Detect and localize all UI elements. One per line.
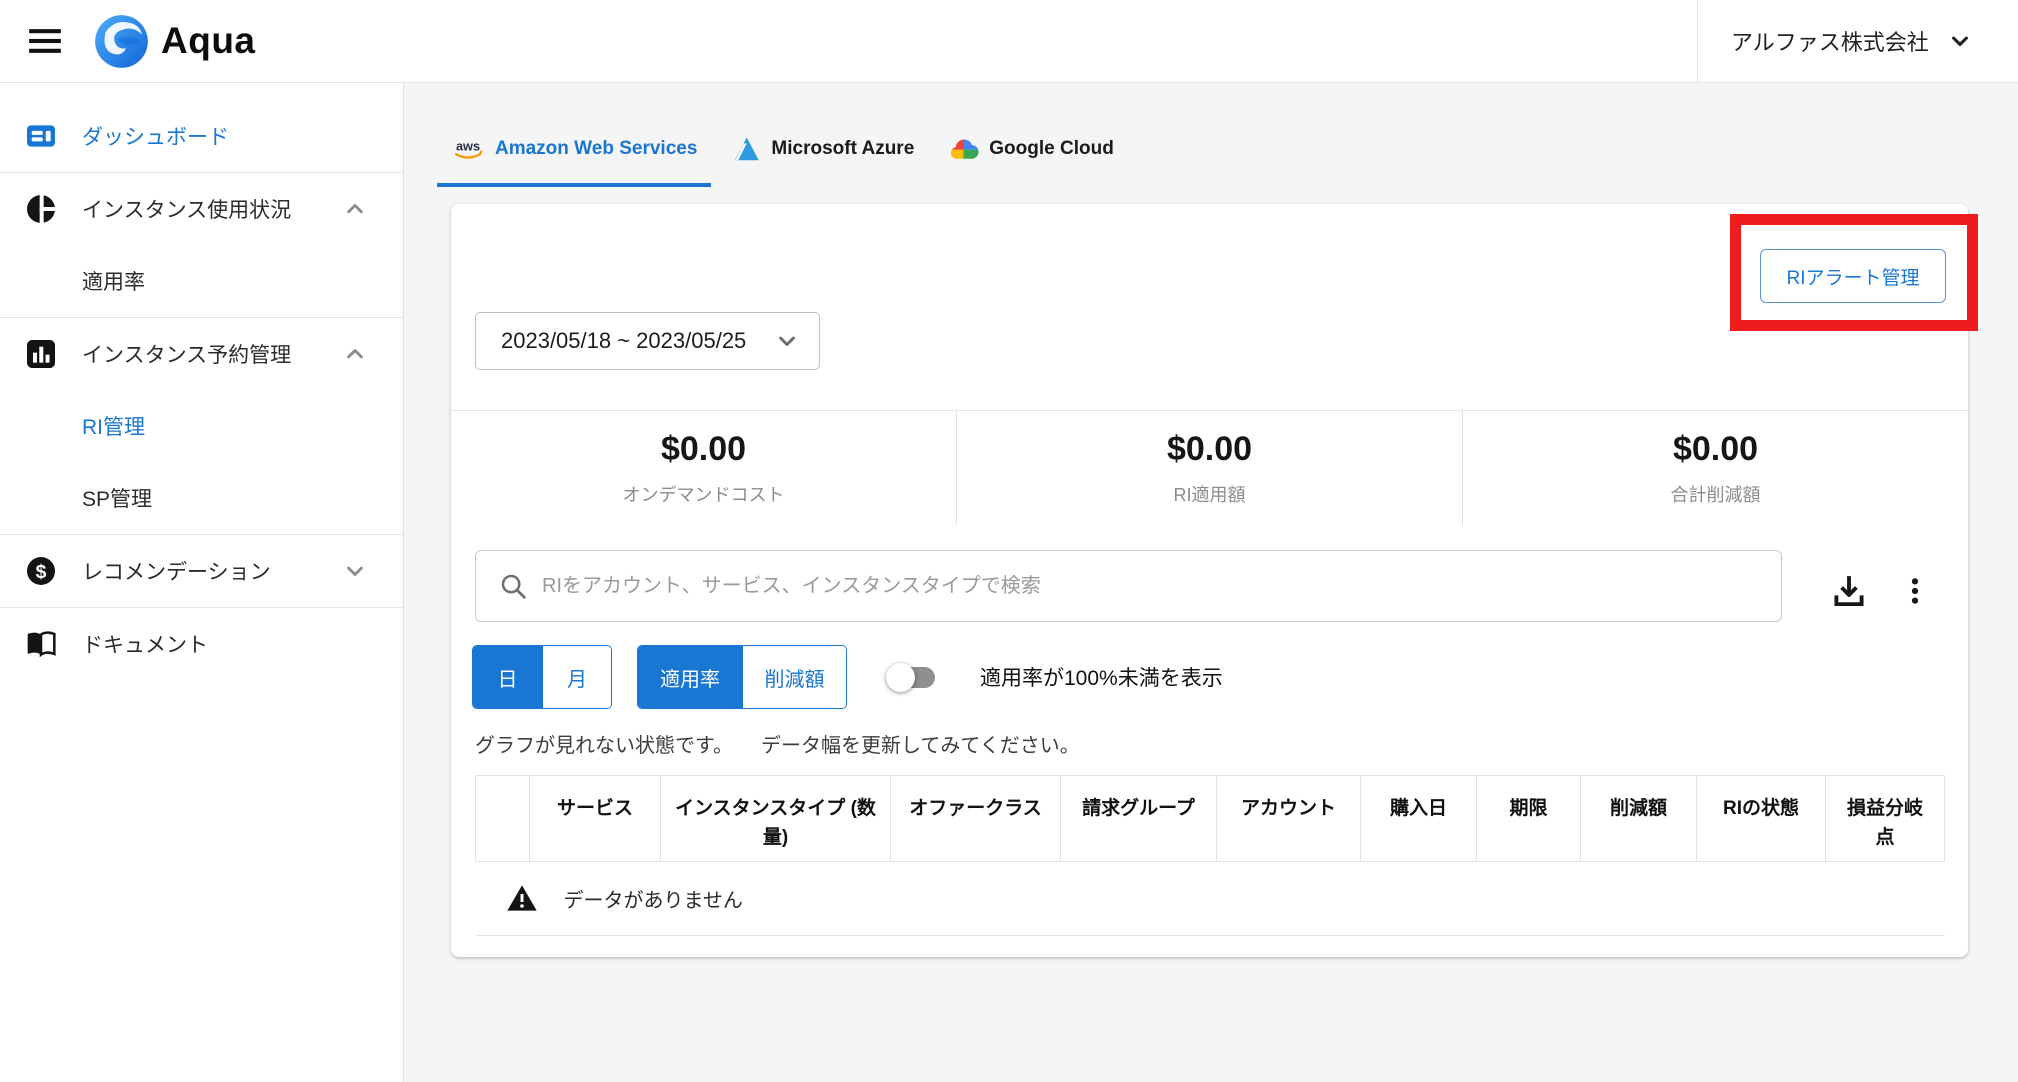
- ri-alert-management-button[interactable]: RIアラート管理: [1760, 249, 1946, 303]
- graph-hint-text: データ幅を更新してみてください。: [761, 735, 1080, 757]
- period-toggle: 日 月: [472, 645, 612, 709]
- stat-ondemand-cost: $0.00 オンデマンドコスト: [451, 411, 956, 525]
- sidebar-item-instance-usage[interactable]: インスタンス使用状況: [0, 173, 403, 245]
- cost-summary: $0.00 オンデマンドコスト $0.00 RI適用額 $0.00 合計削減額: [451, 411, 1968, 525]
- more-options-button[interactable]: [1898, 574, 1932, 608]
- bar-chart-icon: [24, 338, 58, 370]
- stat-value: $0.00: [1167, 430, 1252, 469]
- sidebar-label: RI管理: [82, 411, 145, 441]
- tab-google-cloud[interactable]: Google Cloud: [934, 115, 1128, 187]
- aqua-logo-icon: [94, 14, 149, 69]
- tab-microsoft-azure[interactable]: Microsoft Azure: [717, 115, 928, 187]
- sidebar-item-recommendation[interactable]: $ レコメンデーション: [0, 535, 403, 607]
- pie-chart-icon: [24, 193, 58, 225]
- svg-text:$: $: [36, 562, 47, 583]
- sidebar-item-ri-management[interactable]: RI管理: [0, 390, 403, 462]
- brand: Aqua: [94, 14, 256, 69]
- brand-name: Aqua: [161, 20, 256, 62]
- tab-amazon-web-services[interactable]: aws Amazon Web Services: [437, 115, 711, 187]
- stat-total-savings: $0.00 合計削減額: [1462, 411, 1968, 525]
- metric-amount-button[interactable]: 削減額: [742, 646, 846, 708]
- stat-label: オンデマンドコスト: [623, 481, 785, 507]
- search-input[interactable]: [542, 551, 1781, 621]
- metric-toggle: 適用率 削減額: [637, 645, 847, 709]
- table-header-select: [476, 776, 530, 862]
- table-header-ri-status: RIの状態: [1697, 776, 1826, 862]
- sidebar-label: ダッシュボード: [82, 121, 229, 151]
- search-icon: [498, 571, 528, 601]
- under-100-filter-label: 適用率が100%未満を表示: [980, 662, 1223, 692]
- sidebar-item-reservation[interactable]: インスタンス予約管理: [0, 318, 403, 390]
- sidebar-label: インスタンス予約管理: [82, 339, 291, 369]
- table-header-savings: 削減額: [1581, 776, 1697, 862]
- warning-icon: [506, 883, 538, 913]
- chevron-up-icon: [341, 340, 369, 368]
- sidebar-item-dashboard[interactable]: ダッシュボード: [0, 100, 403, 172]
- sidebar-label: レコメンデーション: [82, 556, 271, 586]
- table-header-purchase-date: 購入日: [1361, 776, 1477, 862]
- stat-ri-applied-amount: $0.00 RI適用額: [956, 411, 1462, 525]
- aws-icon: aws: [451, 137, 485, 162]
- sidebar-item-sp-management[interactable]: SP管理: [0, 462, 403, 534]
- dashboard-icon: [24, 120, 58, 152]
- dollar-circle-icon: $: [24, 555, 58, 587]
- download-button[interactable]: [1828, 570, 1870, 612]
- table-header-service: サービス: [530, 776, 661, 862]
- tab-label: Amazon Web Services: [495, 138, 697, 160]
- metric-rate-button[interactable]: 適用率: [638, 646, 742, 708]
- company-selector[interactable]: アルファス株式会社: [1697, 0, 2018, 82]
- table-header-account: アカウント: [1217, 776, 1361, 862]
- kebab-menu-icon: [1898, 574, 1932, 608]
- table-header-instance-type: インスタンスタイプ (数量): [661, 776, 891, 862]
- table-header-row: サービス インスタンスタイプ (数量) オファークラス 請求グループ アカウント…: [476, 776, 1945, 862]
- stat-label: 合計削減額: [1671, 481, 1761, 507]
- switch-knob: [886, 663, 915, 692]
- svg-text:aws: aws: [456, 138, 480, 153]
- sidebar-label: SP管理: [82, 483, 152, 513]
- company-name: アルファス株式会社: [1731, 25, 1929, 57]
- hamburger-icon: [26, 25, 64, 57]
- download-icon: [1828, 570, 1870, 612]
- book-icon: [24, 628, 58, 660]
- table-header-break-even: 損益分岐点: [1826, 776, 1945, 862]
- sidebar: ダッシュボード インスタンス使用状況 適用率 インスタンス予約管理: [0, 83, 404, 1082]
- date-range-value: 2023/05/18 ~ 2023/05/25: [501, 328, 746, 354]
- chevron-down-icon: [773, 327, 801, 355]
- sidebar-item-usage-rate[interactable]: 適用率: [0, 245, 403, 317]
- main-content: aws Amazon Web Services Microsoft Azure: [404, 83, 2018, 1082]
- cloud-provider-tabs: aws Amazon Web Services Microsoft Azure: [404, 83, 2018, 187]
- chevron-down-icon: [341, 557, 369, 585]
- sidebar-label: ドキュメント: [82, 629, 208, 659]
- table-header-expiration: 期限: [1477, 776, 1581, 862]
- table-header-offering-class: オファークラス: [891, 776, 1061, 862]
- period-day-button[interactable]: 日: [473, 646, 542, 708]
- chevron-up-icon: [341, 195, 369, 223]
- sidebar-label: 適用率: [82, 266, 145, 296]
- period-month-button[interactable]: 月: [542, 646, 611, 708]
- azure-icon: [731, 134, 761, 164]
- chevron-down-icon: [1946, 27, 1974, 55]
- empty-message: データがありません: [564, 884, 743, 913]
- ri-table: サービス インスタンスタイプ (数量) オファークラス 請求グループ アカウント…: [475, 775, 1945, 936]
- stat-label: RI適用額: [1174, 481, 1246, 507]
- table-header-billing-group: 請求グループ: [1061, 776, 1217, 862]
- date-range-select[interactable]: 2023/05/18 ~ 2023/05/25: [475, 312, 820, 370]
- search-box: [475, 550, 1782, 622]
- stat-value: $0.00: [1673, 430, 1758, 469]
- sidebar-item-documents[interactable]: ドキュメント: [0, 608, 403, 680]
- graph-status-text: グラフが見れない状態です。: [475, 735, 733, 757]
- tab-label: Microsoft Azure: [771, 138, 914, 160]
- empty-table-row: データがありません: [476, 861, 1945, 935]
- sidebar-label: インスタンス使用状況: [82, 194, 291, 224]
- google-cloud-icon: [948, 137, 979, 161]
- hamburger-menu-button[interactable]: [26, 25, 64, 57]
- topbar: Aqua アルファス株式会社: [0, 0, 2018, 83]
- stat-value: $0.00: [661, 430, 746, 469]
- tab-label: Google Cloud: [989, 138, 1114, 160]
- graph-status-message: グラフが見れない状態です。 データ幅を更新してみてください。: [475, 729, 1080, 758]
- under-100-filter-switch[interactable]: [888, 667, 935, 688]
- ri-management-panel: RIアラート管理 2023/05/18 ~ 2023/05/25 $0.00 オ…: [451, 204, 1968, 957]
- chart-controls: 日 月 適用率 削減額 適用率が100%未満を表示: [472, 645, 1223, 709]
